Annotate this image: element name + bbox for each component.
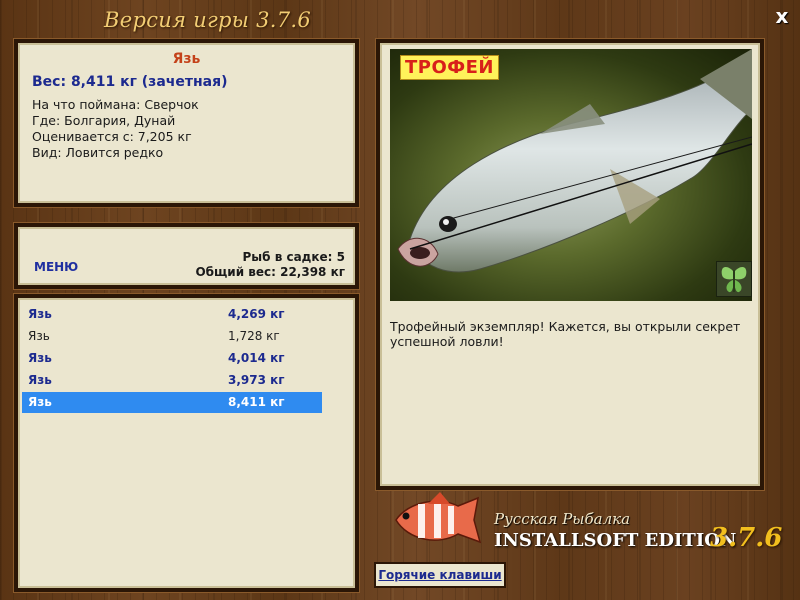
list-item[interactable]: Язь 4,014 кг — [22, 348, 322, 369]
rated-from: Оценивается с: 7,205 кг — [32, 129, 192, 144]
fish-photo: ТРОФЕЙ — [390, 49, 752, 301]
fish-weight: Вес: 8,411 кг (зачетная) — [32, 74, 228, 90]
total-weight: Общий вес: 22,398 кг — [195, 265, 345, 279]
butterfly-icon — [721, 266, 747, 293]
fish-details: На что поймана: Сверчок Где: Болгария, Д… — [32, 97, 199, 161]
catch-weight: 3,973 кг — [228, 373, 285, 387]
list-item[interactable]: Язь 1,728 кг — [22, 326, 322, 347]
catch-location: Где: Болгария, Дунай — [32, 113, 176, 128]
cage-stats: Рыб в садке: 5 Общий вес: 22,398 кг — [195, 250, 345, 280]
cage-summary-panel: МЕНЮ Рыб в садке: 5 Общий вес: 22,398 кг — [14, 223, 359, 289]
catch-list-panel: Язь 4,269 кг Язь 1,728 кг Язь 4,014 кг Я… — [14, 294, 359, 592]
window-title: Версия игры 3.7.6 — [104, 8, 312, 32]
butterfly-button[interactable] — [716, 261, 752, 297]
logo-title: Русская Рыбалка — [494, 510, 631, 528]
rarity: Вид: Ловится редко — [32, 145, 164, 160]
catch-name: Язь — [28, 351, 52, 365]
close-button[interactable]: x — [772, 6, 792, 26]
list-item[interactable]: Язь 4,269 кг — [22, 304, 322, 325]
list-item-selected[interactable]: Язь 8,411 кг — [22, 392, 322, 413]
fish-info-panel: Язь Вес: 8,411 кг (зачетная) На что пойм… — [14, 39, 359, 207]
catch-weight: 1,728 кг — [228, 329, 280, 343]
close-icon: x — [775, 4, 789, 28]
catch-weight: 4,269 кг — [228, 307, 285, 321]
logo-version: 3.7.6 — [710, 523, 783, 553]
fish-count: Рыб в садке: 5 — [242, 250, 346, 264]
catch-name: Язь — [28, 395, 52, 409]
catch-name: Язь — [28, 307, 52, 321]
game-logo: Русская Рыбалка INSTALLSOFT EDITION 3.7.… — [388, 490, 788, 560]
catch-name: Язь — [28, 373, 52, 387]
fish-name: Язь — [172, 51, 201, 67]
fish-illustration — [397, 49, 752, 273]
trophy-message: Трофейный экземпляр! Кажется, вы открыли… — [390, 319, 741, 349]
caught-on: На что поймана: Сверчок — [32, 97, 199, 112]
list-item[interactable]: Язь 3,973 кг — [22, 370, 322, 391]
menu-button[interactable]: МЕНЮ — [34, 260, 78, 274]
catch-name: Язь — [28, 329, 50, 343]
catch-weight: 8,411 кг — [228, 395, 285, 409]
logo-edition: INSTALLSOFT EDITION — [494, 530, 737, 551]
trophy-panel: ТРОФЕЙ Трофейный экземпляр! Кажется, вы … — [376, 39, 764, 490]
hotkeys-button[interactable]: Горячие клавиши — [374, 562, 506, 588]
catch-weight: 4,014 кг — [228, 351, 285, 365]
trophy-badge: ТРОФЕЙ — [400, 55, 499, 80]
fish-logo-icon — [395, 492, 482, 544]
